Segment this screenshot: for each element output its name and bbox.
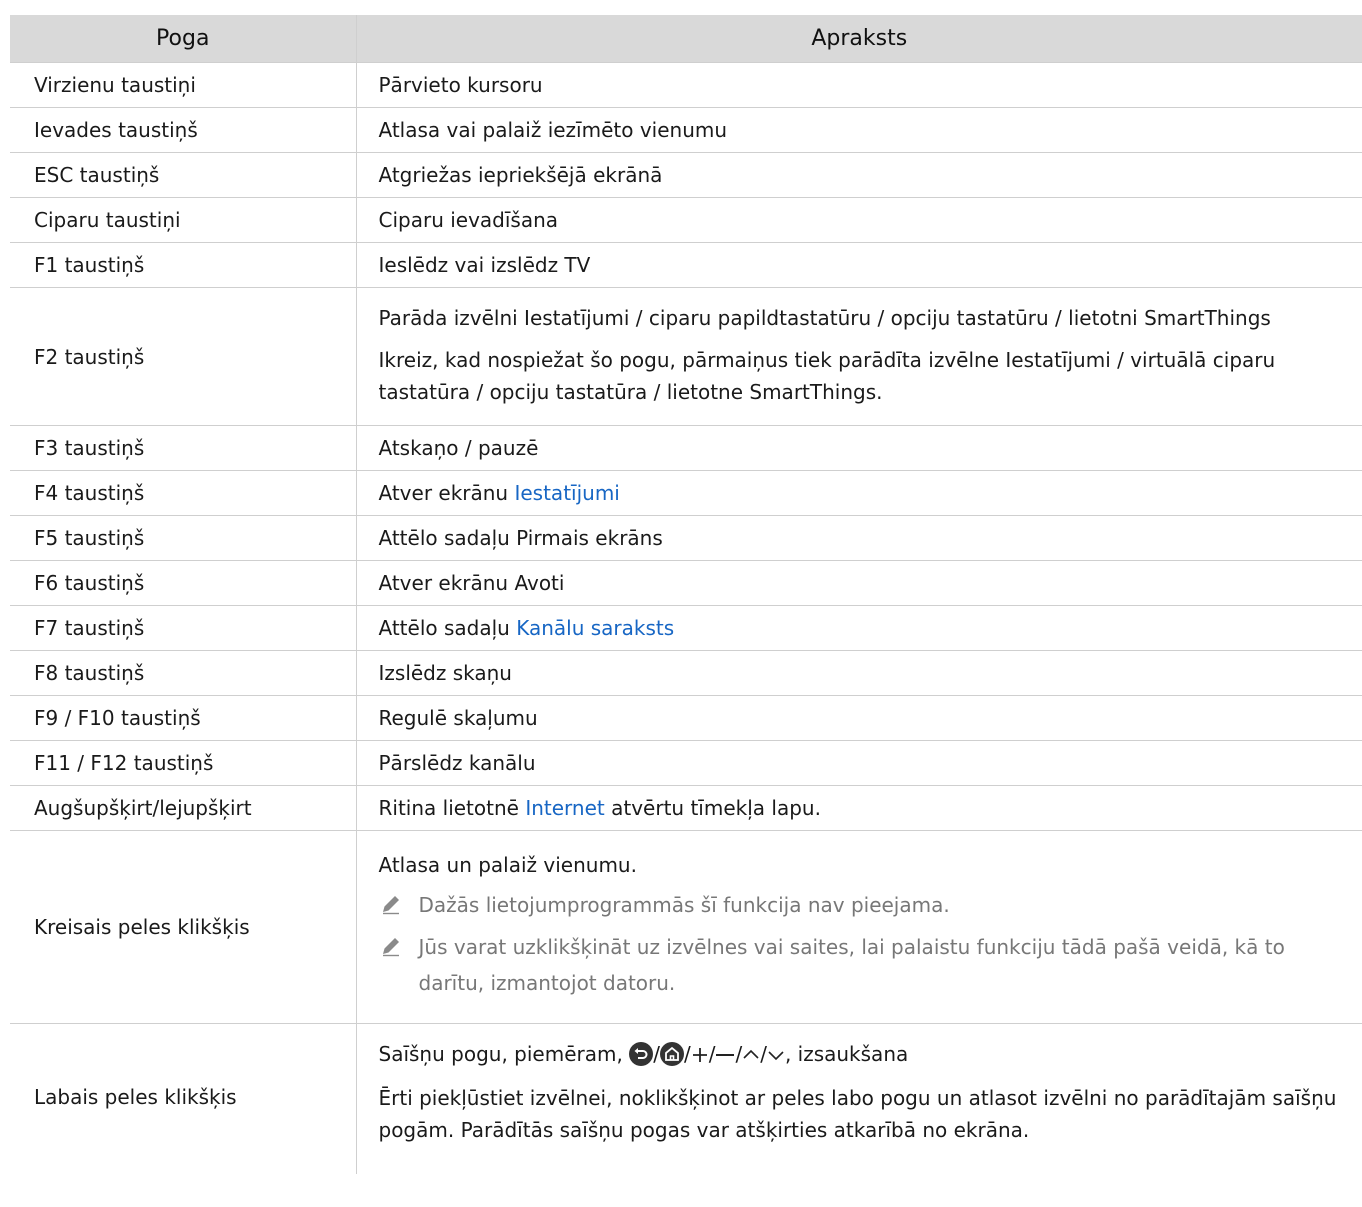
table-row: F8 taustiņš Izslēdz skaņu <box>10 650 1362 696</box>
table-row: F11 / F12 taustiņš Pārslēdz kanālu <box>10 740 1362 786</box>
desc-cell: Atgriežas iepriekšējā ekrānā <box>355 152 1362 198</box>
table-row: Ciparu taustiņi Ciparu ievadīšana <box>10 197 1362 243</box>
table-row: F6 taustiņš Atver ekrānu Avoti <box>10 560 1362 606</box>
key-cell: F7 taustiņš <box>10 605 356 651</box>
table-row: F1 taustiņš Ieslēdz vai izslēdz TV <box>10 242 1362 288</box>
table-row: F7 taustiņš Attēlo sadaļu Kanālu sarakst… <box>10 605 1362 651</box>
desc-text: atvērtu tīmekļa lapu. <box>604 796 821 820</box>
table-row: Kreisais peles klikšķis Atlasa un palaiž… <box>10 830 1362 1024</box>
up-chevron-icon <box>743 1049 759 1059</box>
desc-cell: Attēlo sadaļu Kanālu saraksts <box>355 605 1362 651</box>
desc-cell: Attēlo sadaļu Pirmais ekrāns <box>355 515 1362 561</box>
note: Jūs varat uzklikšķināt uz izvēlnes vai s… <box>379 929 1355 1001</box>
settings-link[interactable]: Iestatījumi <box>514 481 619 505</box>
table-row: Ievades taustiņš Atlasa vai palaiž iezīm… <box>10 107 1362 153</box>
desc-cell: Atlasa un palaiž vienumu. Dažās lietojum… <box>355 830 1362 1024</box>
channel-list-link[interactable]: Kanālu saraksts <box>516 616 674 640</box>
desc-cell: Saīšņu pogu, piemēram, / / / / /, izsaukšana… <box>355 1023 1362 1174</box>
pencil-note-icon <box>382 896 399 915</box>
desc-text: Attēlo sadaļu <box>378 616 517 640</box>
desc-cell: Ieslēdz vai izslēdz TV <box>355 242 1362 288</box>
desc-cell: Regulē skaļumu <box>355 695 1362 741</box>
table-row: Virzienu taustiņi Pārvieto kursoru <box>10 62 1362 108</box>
table-row: F4 taustiņš Atver ekrānu Iestatījumi <box>10 470 1362 516</box>
key-cell: Ievades taustiņš <box>10 107 356 153</box>
desc-cell: Ritina lietotnē Internet atvērtu tīmekļa… <box>355 785 1362 831</box>
table-row: F2 taustiņš Parāda izvēlni Iestatījumi /… <box>10 287 1362 426</box>
desc-cell: Ciparu ievadīšana <box>355 197 1362 243</box>
header-description: Apraksts <box>355 15 1362 63</box>
table-row: F3 taustiņš Atskaņo / pauzē <box>10 425 1362 471</box>
desc-cell: Izslēdz skaņu <box>355 650 1362 696</box>
desc-paragraph: Atlasa un palaiž vienumu. <box>378 853 637 877</box>
plus-icon <box>692 1048 707 1062</box>
key-cell: F8 taustiņš <box>10 650 356 696</box>
note-text: Dažās lietojumprogrammās šī funkcija nav… <box>418 893 950 917</box>
table-header-row: Poga Apraksts <box>10 15 1362 63</box>
key-cell: Ciparu taustiņi <box>10 197 356 243</box>
key-cell: Augšupšķirt/lejupšķirt <box>10 785 356 831</box>
desc-cell: Atver ekrānu Iestatījumi <box>355 470 1362 516</box>
pencil-note-icon <box>382 938 399 957</box>
desc-text: Atver ekrānu <box>378 481 515 505</box>
note-text: Jūs varat uzklikšķināt uz izvēlnes vai s… <box>418 935 1285 995</box>
desc-paragraph: Parāda izvēlni Iestatījumi / ciparu papi… <box>378 305 1271 330</box>
key-cell: F6 taustiņš <box>10 560 356 606</box>
table-row: Labais peles klikšķis Saīšņu pogu, piemē… <box>10 1023 1362 1174</box>
key-cell: F5 taustiņš <box>10 515 356 561</box>
desc-paragraph-2: Ikreiz, kad nospiežat šo pogu, pārmaiņus… <box>378 347 1276 404</box>
home-icon <box>659 1042 684 1066</box>
desc-cell: Atskaņo / pauzē <box>355 425 1362 471</box>
header-button: Poga <box>10 15 356 63</box>
minus-icon <box>716 1054 735 1056</box>
table-row: Augšupšķirt/lejupšķirt Ritina lietotnē I… <box>10 785 1362 831</box>
down-chevron-icon <box>768 1051 784 1061</box>
desc-paragraph: Saīšņu pogu, piemēram, / / / / /, izsaukšana <box>378 1042 909 1066</box>
desc-cell: Atver ekrānu Avoti <box>355 560 1362 606</box>
table-row: F9 / F10 taustiņš Regulē skaļumu <box>10 695 1362 741</box>
desc-paragraph-2: Ērti piekļūstiet izvēlnei, noklikšķinot … <box>378 1086 1337 1142</box>
table-row: ESC taustiņš Atgriežas iepriekšējā ekrān… <box>10 152 1362 198</box>
desc-text: Ritina lietotnē <box>378 796 526 820</box>
key-cell: ESC taustiņš <box>10 152 356 198</box>
key-cell: F9 / F10 taustiņš <box>10 695 356 741</box>
key-cell: Kreisais peles klikšķis <box>10 830 356 1024</box>
desc-cell: Atlasa vai palaiž iezīmēto vienumu <box>355 107 1362 153</box>
return-icon <box>629 1042 654 1066</box>
desc-cell: Parāda izvēlni Iestatījumi / ciparu papi… <box>355 287 1362 426</box>
key-cell: F4 taustiņš <box>10 470 356 516</box>
key-cell: Labais peles klikšķis <box>10 1023 356 1174</box>
desc-text: , izsaukšana <box>784 1042 909 1066</box>
desc-cell: Pārvieto kursoru <box>355 62 1362 108</box>
key-cell: F3 taustiņš <box>10 425 356 471</box>
key-cell: F1 taustiņš <box>10 242 356 288</box>
table-row: F5 taustiņš Attēlo sadaļu Pirmais ekrāns <box>10 515 1362 561</box>
internet-link[interactable]: Internet <box>525 796 604 820</box>
desc-cell: Pārslēdz kanālu <box>355 740 1362 786</box>
key-cell: F2 taustiņš <box>10 287 356 426</box>
note: Dažās lietojumprogrammās šī funkcija nav… <box>379 887 1355 923</box>
key-cell: F11 / F12 taustiņš <box>10 740 356 786</box>
key-function-table: Poga Apraksts Virzienu taustiņi Pārvieto… <box>10 15 1362 1174</box>
key-cell: Virzienu taustiņi <box>10 62 356 108</box>
desc-text: Saīšņu pogu, piemēram, <box>378 1042 630 1066</box>
